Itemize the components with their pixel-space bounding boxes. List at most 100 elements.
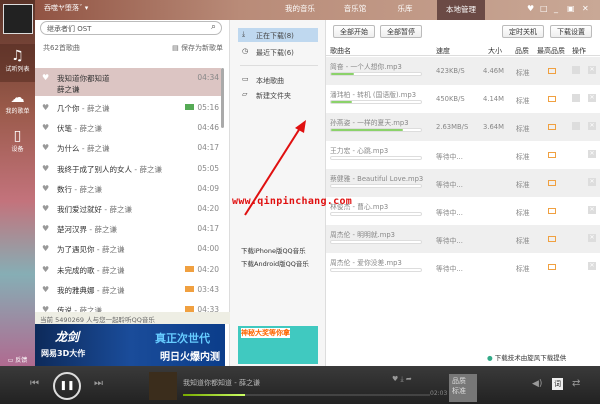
song-item[interactable]: ♥ 我的雅典娜 - 薛之谦 03:43	[35, 280, 221, 300]
download-row[interactable]: 王力宏 - 心跳.mp3 等待中... 标准 ✕	[326, 141, 600, 169]
iphone-download-link[interactable]: 下载iPhone版QQ音乐	[241, 245, 306, 255]
nav-local-songs[interactable]: ▭ 本地歌曲	[238, 73, 318, 87]
song-item[interactable]: ♥ 我知道你都知道 薛之谦 04:34	[35, 68, 221, 96]
download-icon: ⤓	[242, 30, 246, 38]
delete-icon[interactable]: ✕	[588, 94, 596, 102]
tab-my-music[interactable]: 我的音乐	[280, 3, 320, 14]
song-item[interactable]: ♥ 伏笔 - 薛之谦 04:46	[35, 118, 221, 138]
heart-icon[interactable]: ♥	[42, 285, 49, 294]
monitor-icon: ▭	[242, 75, 249, 83]
scrollbar[interactable]	[221, 68, 224, 128]
heart-icon[interactable]: ♥	[42, 204, 49, 213]
tab-local-manage[interactable]: 本地管理	[437, 0, 485, 20]
delete-icon[interactable]: ✕	[588, 178, 596, 186]
phone-icon: ▯	[13, 128, 22, 144]
volume-icon[interactable]: ◀)	[532, 379, 542, 389]
heart-icon[interactable]: ♥	[42, 143, 49, 152]
skin-icon[interactable]: ♥	[527, 4, 534, 13]
delete-icon[interactable]: ✕	[588, 234, 596, 242]
hd-badge	[185, 104, 194, 110]
download-settings-button[interactable]: 下载设置	[550, 25, 592, 38]
tab-library[interactable]: 乐库	[385, 3, 425, 14]
song-item[interactable]: ♥ 楚河汉界 - 薛之谦 04:17	[35, 219, 221, 239]
download-row[interactable]: 周杰伦 - 明明就.mp3 等待中... 标准 ✕	[326, 225, 600, 253]
col-song[interactable]: 歌曲名	[330, 46, 351, 56]
repeat-icon[interactable]: ⇄	[572, 378, 580, 389]
minimize-icon[interactable]: _	[554, 4, 558, 13]
song-item[interactable]: ♥ 数行 - 薛之谦 04:09	[35, 179, 221, 199]
lyrics-button[interactable]: 词	[552, 378, 563, 390]
download-credit: ● 下载技术由旋风下载提供	[487, 354, 567, 362]
timer-shutdown-button[interactable]: 定时关机	[502, 25, 544, 38]
delete-icon[interactable]: ✕	[588, 206, 596, 214]
hq-badge	[548, 152, 556, 158]
heart-icon[interactable]: ♥	[42, 73, 49, 82]
sidebar-item-device[interactable]: ▯ 设备	[0, 128, 35, 153]
song-item[interactable]: ♥ 未完成的歌 - 薛之谦 04:20	[35, 260, 221, 280]
pause-icon[interactable]	[572, 94, 580, 102]
search-icon[interactable]: ⌕	[211, 22, 216, 32]
heart-icon[interactable]: ♥	[42, 244, 49, 253]
hq-badge	[548, 264, 556, 270]
pause-icon[interactable]	[572, 66, 580, 74]
download-row[interactable]: 潘玮柏 - 转机 (国语版).mp3 450KB/S 4.14M 标准 ✕	[326, 85, 600, 113]
start-all-button[interactable]: 全部开始	[333, 25, 375, 38]
tab-music-hall[interactable]: 音乐馆	[335, 3, 375, 14]
search-input[interactable]: 继承者们 OST ⌕	[40, 21, 222, 35]
album-cover[interactable]	[149, 372, 177, 400]
promo-ad[interactable]: 神秘大奖等你拿	[238, 326, 318, 364]
pause-all-button[interactable]: 全部暂停	[380, 25, 422, 38]
heart-icon[interactable]: ♥	[42, 265, 49, 274]
listener-status: 当前 5490269 人与您一起聆听QQ音乐	[35, 312, 230, 324]
download-row[interactable]: 简奋 - 一个人想你.mp3 423KB/S 4.46M 标准 ✕	[326, 57, 600, 85]
banner-ad[interactable]: 龙剑 网易3D大作 真正次世代 明日火爆内测	[35, 324, 225, 366]
download-progress	[330, 268, 422, 272]
song-item[interactable]: ♥ 我们爱过就好 - 薛之谦 04:20	[35, 199, 221, 219]
mini-mode-icon[interactable]: □	[540, 4, 548, 13]
sidebar-item-playlist[interactable]: ♫ 试听列表	[0, 44, 35, 82]
col-size[interactable]: 大小	[488, 46, 502, 56]
download-row[interactable]: 林俊杰 - 曹心.mp3 等待中... 标准 ✕	[326, 197, 600, 225]
delete-icon[interactable]: ✕	[588, 150, 596, 158]
next-icon[interactable]: ⏭	[94, 378, 103, 389]
song-item[interactable]: ♥ 为什么 - 薛之谦 04:17	[35, 138, 221, 158]
feedback-button[interactable]: ▭ 反馈	[0, 355, 35, 364]
delete-icon[interactable]: ✕	[588, 262, 596, 270]
pause-icon[interactable]	[572, 122, 580, 130]
hq-badge	[548, 124, 556, 130]
col-actions[interactable]: 操作	[572, 46, 586, 56]
heart-icon[interactable]: ♥	[42, 103, 49, 112]
progress-slider[interactable]	[183, 394, 430, 396]
heart-icon[interactable]: ♥	[42, 164, 49, 173]
close-icon[interactable]: ✕	[582, 4, 589, 13]
nav-recent-downloads[interactable]: ◷ 最近下载(6)	[238, 45, 318, 59]
pause-button[interactable]: ❚❚	[53, 372, 81, 400]
col-speed[interactable]: 速度	[436, 46, 450, 56]
android-download-link[interactable]: 下载Android版QQ音乐	[241, 258, 309, 268]
heart-icon[interactable]: ♥	[42, 184, 49, 193]
song-item[interactable]: ♥ 我终于成了别人的女人 - 薛之谦 05:05	[35, 159, 221, 179]
nav-downloading[interactable]: ⤓ 正在下载(8)	[238, 28, 318, 42]
username-menu[interactable]: 吞噬ヤ堕落ˇ ▾	[44, 3, 88, 13]
download-row[interactable]: 周杰伦 - 爱你没差.mp3 等待中... 标准 ✕	[326, 253, 600, 281]
col-max-quality[interactable]: 最高品质	[537, 46, 565, 56]
col-quality[interactable]: 品质	[515, 46, 529, 56]
heart-icon[interactable]: ♥	[42, 123, 49, 132]
delete-icon[interactable]: ✕	[588, 122, 596, 130]
song-item[interactable]: ♥ 几个你 - 薛之谦 05:16	[35, 98, 221, 118]
download-row[interactable]: 孙燕姿 - 一样的夏天.mp3 2.63MB/S 3.64M 标准 ✕	[326, 113, 600, 141]
maximize-icon[interactable]: ▣	[567, 4, 575, 13]
download-row[interactable]: 蔡健雅 - Beautiful Love.mp3 等待中... 标准 ✕	[326, 169, 600, 197]
heart-icon[interactable]: ♥	[42, 224, 49, 233]
hq-badge	[548, 68, 556, 74]
song-item[interactable]: ♥ 为了遇见你 - 薛之谦 04:00	[35, 239, 221, 259]
hq-badge	[185, 265, 194, 272]
new-folder-button[interactable]: ▱ 新建文件夹	[238, 88, 318, 102]
save-playlist-button[interactable]: ▤ 保存为新歌单	[172, 43, 223, 53]
heart-icon[interactable]: ♥ ⤓ ➦	[392, 375, 412, 384]
delete-icon[interactable]: ✕	[588, 66, 596, 74]
previous-icon[interactable]: ⏮	[30, 378, 39, 389]
quality-select[interactable]: 品质 标准	[449, 374, 477, 402]
sidebar-item-my-playlists[interactable]: ☁ 我的歌单	[0, 90, 35, 115]
avatar[interactable]	[3, 4, 33, 34]
